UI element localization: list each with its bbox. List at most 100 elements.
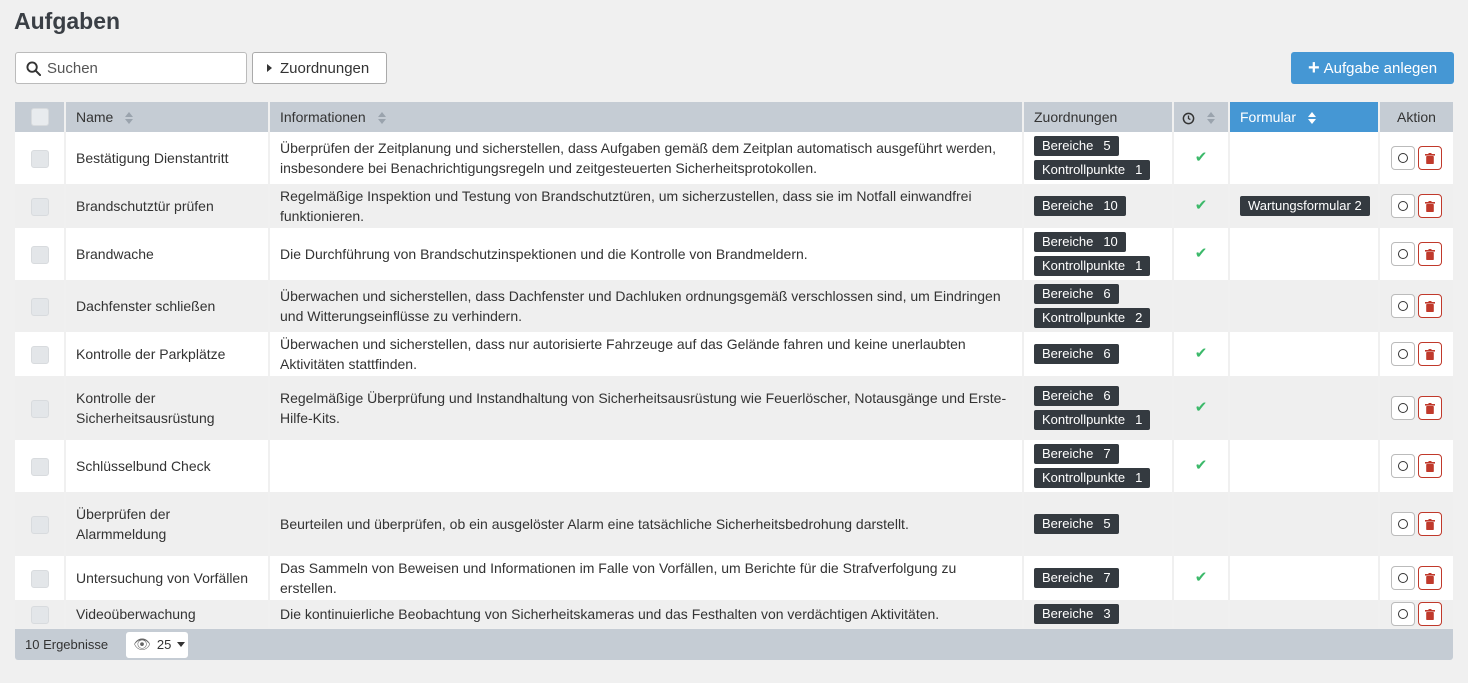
assignments-cell: Bereiche 5 Kontrollpunkte 1 (1023, 132, 1174, 184)
table-row[interactable]: Überprüfen der Alarmmeldung Beurteilen u… (15, 492, 1453, 556)
row-checkbox[interactable] (30, 606, 49, 625)
check-icon: ✔ (1194, 149, 1208, 166)
table-row[interactable]: Videoüberwachung Die kontinuierliche Beo… (15, 600, 1453, 628)
form-cell (1229, 376, 1380, 440)
table-row[interactable]: Kontrolle der Sicherheitsausrüstung Rege… (15, 376, 1453, 440)
assignments-cell: Bereiche 10 Kontrollpunkte 1 (1023, 228, 1174, 280)
assignments-toggle-button[interactable]: Zuordnungen (252, 52, 387, 84)
badge-label: Bereiche (1042, 606, 1094, 621)
name-header[interactable]: Name (65, 102, 270, 132)
table-body: Bestätigung Dienstantritt Überprüfen der… (15, 132, 1453, 628)
badge-count: 6 (1103, 388, 1111, 403)
delete-button[interactable] (1418, 512, 1442, 536)
schedule-cell: ✔ (1173, 228, 1230, 280)
toggle-active-button[interactable] (1391, 602, 1415, 626)
sort-icon (1308, 112, 1317, 125)
table-row[interactable]: Untersuchung von Vorfällen Das Sammeln v… (15, 556, 1453, 600)
assignments-header: Zuordnungen (1023, 102, 1174, 132)
form-cell (1229, 228, 1380, 280)
row-checkbox[interactable] (30, 400, 49, 419)
badge-count: 10 (1103, 198, 1118, 213)
task-info (269, 440, 1024, 492)
delete-button[interactable] (1418, 566, 1442, 590)
delete-button[interactable] (1418, 396, 1442, 420)
assignment-badge: Bereiche 5 (1034, 514, 1119, 534)
table-row[interactable]: Kontrolle der Parkplätze Überwachen und … (15, 332, 1453, 376)
badge-count: 1 (1135, 412, 1143, 427)
toggle-active-button[interactable] (1391, 342, 1415, 366)
schedule-header[interactable] (1173, 102, 1230, 132)
delete-button[interactable] (1418, 602, 1442, 626)
delete-button[interactable] (1418, 454, 1442, 478)
table-header-row: Name Informationen Zuordnungen Formular … (15, 102, 1453, 132)
badge-label: Kontrollpunkte (1042, 412, 1126, 427)
form-cell (1229, 556, 1380, 600)
row-checkbox[interactable] (30, 570, 49, 589)
assignments-cell: Bereiche 5 (1023, 492, 1174, 556)
badge-count: 6 (1103, 346, 1111, 361)
chevron-down-icon (177, 642, 186, 647)
toggle-active-button[interactable] (1391, 396, 1415, 420)
toggle-active-button[interactable] (1391, 512, 1415, 536)
task-name: Dachfenster schließen (65, 280, 270, 332)
row-select-cell (15, 228, 66, 280)
row-checkbox[interactable] (30, 458, 49, 477)
table-row[interactable]: Schlüsselbund Check Bereiche 7 Kontrollpun… (15, 440, 1453, 492)
check-icon: ✔ (1194, 457, 1208, 474)
row-checkbox[interactable] (30, 246, 49, 265)
assignment-badge: Kontrollpunkte 1 (1034, 256, 1151, 276)
toggle-active-button[interactable] (1391, 566, 1415, 590)
schedule-cell (1173, 492, 1230, 556)
delete-button[interactable] (1418, 194, 1442, 218)
row-checkbox[interactable] (30, 298, 49, 317)
action-cell (1379, 440, 1453, 492)
toggle-active-button[interactable] (1391, 454, 1415, 478)
assignment-badge: Bereiche 3 (1034, 604, 1119, 624)
per-page-select[interactable]: 👁 25 (126, 631, 189, 658)
row-checkbox[interactable] (30, 150, 49, 169)
toggle-active-button[interactable] (1391, 294, 1415, 318)
assignments-cell: Bereiche 6 Kontrollpunkte 2 (1023, 280, 1174, 332)
row-checkbox[interactable] (30, 346, 49, 365)
row-checkbox[interactable] (30, 198, 49, 217)
schedule-cell (1173, 280, 1230, 332)
delete-button[interactable] (1418, 294, 1442, 318)
task-info: Überwachen und sicherstellen, dass nur a… (269, 332, 1024, 376)
task-name: Brandschutztür prüfen (65, 184, 270, 228)
badge-count: 7 (1103, 570, 1111, 585)
schedule-cell: ✔ (1173, 184, 1230, 228)
search-box[interactable] (15, 52, 247, 84)
task-name: Brandwache (65, 228, 270, 280)
badge-label: Bereiche (1042, 286, 1094, 301)
table-row[interactable]: Brandwache Die Durchführung von Brandsch… (15, 228, 1453, 280)
assignment-badge: Kontrollpunkte 2 (1034, 308, 1151, 328)
row-select-cell (15, 280, 66, 332)
toggle-active-button[interactable] (1391, 194, 1415, 218)
row-checkbox[interactable] (30, 516, 49, 535)
search-input[interactable] (47, 59, 237, 77)
add-task-button[interactable]: + Aufgabe anlegen (1291, 52, 1454, 84)
select-all-checkbox[interactable] (30, 108, 49, 127)
table-row[interactable]: Dachfenster schließen Überwachen und sic… (15, 280, 1453, 332)
delete-button[interactable] (1418, 242, 1442, 266)
add-task-label: Aufgabe anlegen (1323, 59, 1438, 77)
delete-button[interactable] (1418, 342, 1442, 366)
form-header[interactable]: Formular (1229, 102, 1380, 132)
tasks-table: Name Informationen Zuordnungen Formular … (15, 102, 1453, 628)
check-icon: ✔ (1194, 197, 1208, 214)
badge-label: Kontrollpunkte (1042, 258, 1126, 273)
table-row[interactable]: Bestätigung Dienstantritt Überprüfen der… (15, 132, 1453, 184)
toggle-active-button[interactable] (1391, 242, 1415, 266)
per-page-value: 25 (156, 637, 172, 652)
task-info: Regelmäßige Inspektion und Testung von B… (269, 184, 1024, 228)
task-name: Schlüsselbund Check (65, 440, 270, 492)
toggle-active-button[interactable] (1391, 146, 1415, 170)
table-row[interactable]: Brandschutztür prüfen Regelmäßige Inspek… (15, 184, 1453, 228)
task-info: Regelmäßige Überprüfung und Instandhaltu… (269, 376, 1024, 440)
trash-icon (1425, 461, 1435, 472)
form-cell: Wartungsformular 2 (1229, 184, 1380, 228)
info-header[interactable]: Informationen (269, 102, 1024, 132)
badge-count: 10 (1103, 234, 1118, 249)
delete-button[interactable] (1418, 146, 1442, 170)
badge-label: Bereiche (1042, 346, 1094, 361)
